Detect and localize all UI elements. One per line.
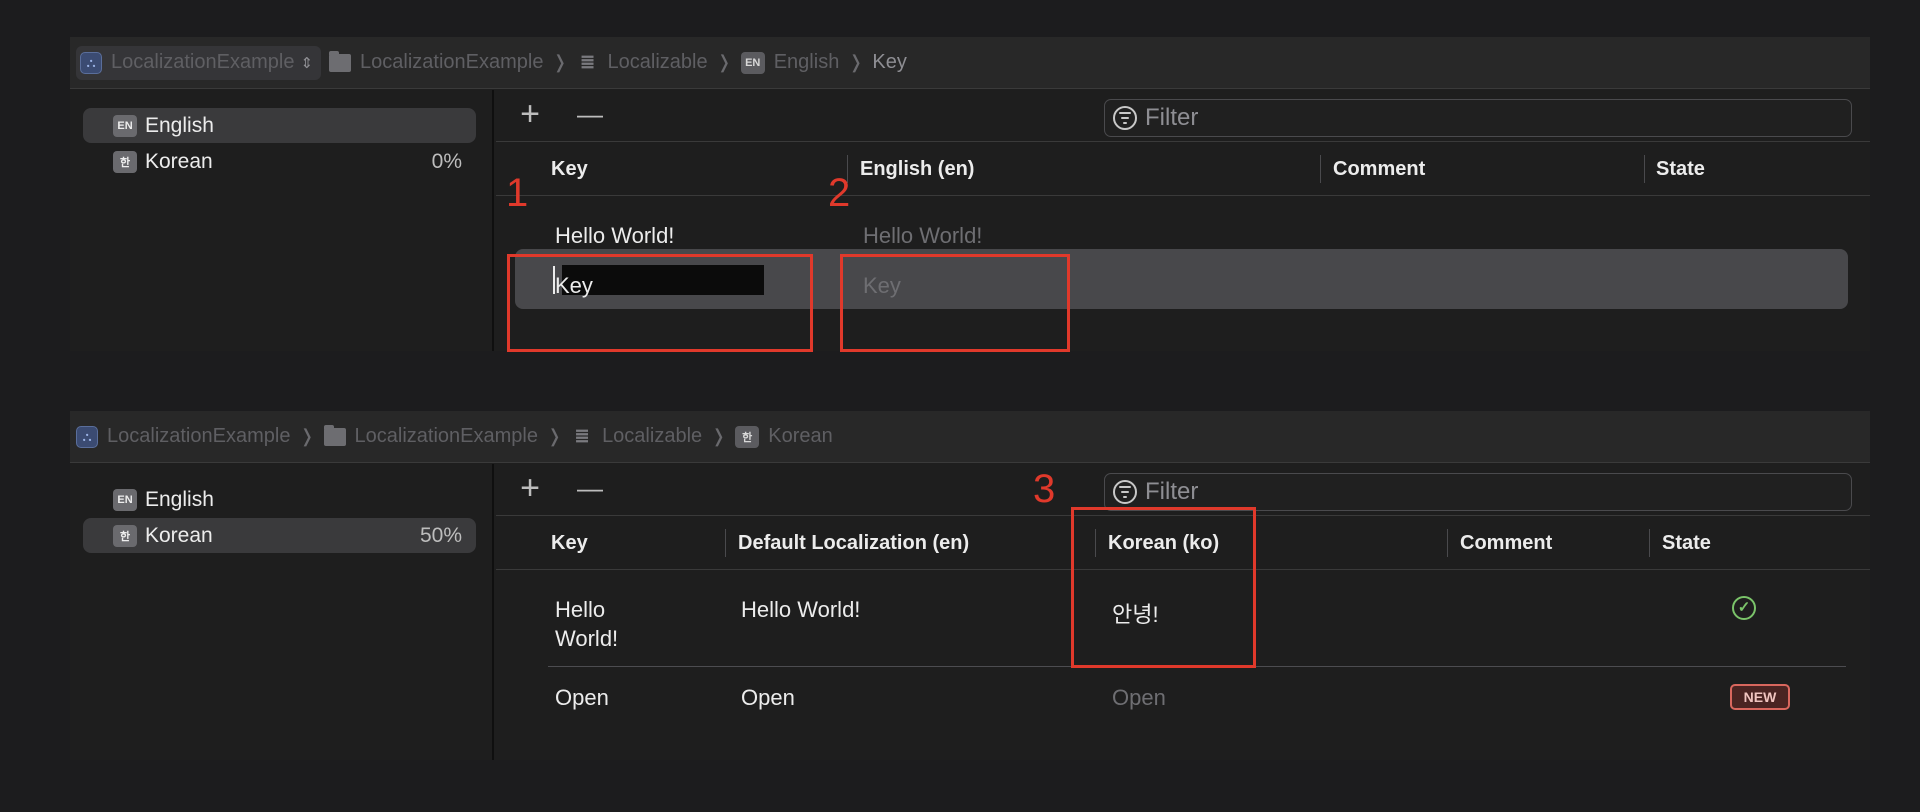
sidebar-item-label: Korean: [145, 149, 213, 173]
annotation-box-1: [507, 254, 813, 352]
column-header-state[interactable]: State: [1662, 532, 1711, 555]
key-cell[interactable]: Hello World!: [555, 223, 674, 249]
default-value-cell[interactable]: Hello World!: [741, 597, 860, 623]
chevron-right-icon: ❭: [552, 52, 568, 72]
strings-file-icon: ≣: [580, 52, 596, 72]
add-string-button[interactable]: +: [512, 97, 548, 134]
breadcrumb-project[interactable]: ⛬ LocalizationExample ⇕: [76, 45, 322, 80]
breadcrumb-file-label: Localizable: [602, 425, 703, 447]
breadcrumb: ⛬ LocalizationExample ⇕ LocalizationExam…: [70, 37, 1870, 89]
sidebar-item-korean[interactable]: 한 Korean 50%: [83, 518, 476, 553]
breadcrumb-folder[interactable]: LocalizationExample: [323, 411, 538, 462]
language-badge-icon: EN: [113, 114, 137, 137]
breadcrumb-folder-label: LocalizationExample: [360, 51, 544, 73]
sidebar-item-english[interactable]: EN English: [83, 108, 476, 143]
strings-file-icon: ≣: [574, 426, 590, 446]
column-header-english[interactable]: English (en): [860, 158, 974, 181]
breadcrumb-language[interactable]: 한 Korean: [735, 411, 833, 462]
column-header-state[interactable]: State: [1656, 158, 1705, 181]
folder-icon: [323, 424, 346, 448]
chevron-right-icon: ❭: [716, 52, 732, 72]
breadcrumb-language-label: English: [773, 51, 840, 73]
column-header-default-localization[interactable]: Default Localization (en): [738, 532, 969, 555]
new-state-badge: NEW: [1730, 684, 1790, 710]
column-divider[interactable]: [1447, 529, 1448, 557]
add-string-button[interactable]: +: [512, 471, 548, 508]
chevron-right-icon: ❭: [299, 426, 315, 446]
breadcrumb-folder-label: LocalizationExample: [354, 425, 538, 447]
breadcrumb: ⛬ LocalizationExample ❭ LocalizationExam…: [70, 411, 1870, 463]
bottom-string-catalog-editor: ⛬ LocalizationExample ❭ LocalizationExam…: [70, 411, 1870, 760]
sidebar-item-label: Korean: [145, 523, 213, 547]
sidebar-item-label: English: [145, 113, 214, 137]
breadcrumb-project-label: LocalizationExample: [107, 425, 291, 447]
chevron-right-icon: ❭: [711, 426, 727, 446]
column-header-key[interactable]: Key: [551, 158, 588, 181]
language-badge-icon: 한: [113, 150, 137, 173]
sidebar-item-english[interactable]: EN English: [83, 482, 476, 517]
breadcrumb-language[interactable]: EN English: [740, 37, 840, 88]
sidebar-item-label: English: [145, 487, 214, 511]
column-header-comment[interactable]: Comment: [1460, 532, 1552, 555]
filter-input[interactable]: [1145, 104, 1445, 132]
column-header-key[interactable]: Key: [551, 532, 588, 555]
language-badge-icon: 한: [735, 425, 760, 448]
breadcrumb-project[interactable]: ⛬ LocalizationExample: [76, 411, 290, 462]
filter-icon: [1113, 106, 1137, 130]
chevron-right-icon: ❭: [848, 52, 864, 72]
table-toolbar: + —: [496, 90, 1870, 142]
breadcrumb-folder[interactable]: LocalizationExample: [329, 37, 543, 88]
annotation-number-1: 1: [506, 171, 529, 215]
breadcrumb-file[interactable]: ≣ Localizable: [571, 411, 703, 462]
app-icon: ⛬: [80, 51, 102, 74]
column-divider[interactable]: [1649, 529, 1650, 557]
chevron-up-down-icon: ⇕: [300, 54, 314, 72]
remove-string-button[interactable]: —: [572, 98, 608, 134]
language-sidebar: EN English 한 Korean 50%: [70, 464, 494, 760]
annotation-number-3: 3: [1033, 467, 1056, 511]
translation-percent: 0%: [431, 149, 462, 173]
language-badge-icon: 한: [113, 524, 137, 547]
language-badge-icon: EN: [113, 488, 137, 511]
top-string-catalog-editor: ⛬ LocalizationExample ⇕ LocalizationExam…: [70, 37, 1870, 352]
language-badge-icon: EN: [740, 51, 765, 74]
filter-field[interactable]: [1104, 99, 1852, 137]
annotation-box-2: [840, 254, 1070, 352]
folder-icon: [329, 50, 352, 74]
app-icon: ⛬: [76, 425, 98, 448]
breadcrumb-file-label: Localizable: [607, 51, 708, 73]
column-divider[interactable]: [725, 529, 726, 557]
default-value-cell[interactable]: Open: [741, 685, 795, 711]
filter-icon: [1113, 480, 1137, 504]
filter-field[interactable]: [1104, 473, 1852, 511]
column-divider[interactable]: [1644, 155, 1645, 183]
key-cell-line2[interactable]: World!: [555, 626, 618, 652]
annotation-number-2: 2: [828, 171, 851, 215]
translation-percent: 50%: [419, 523, 462, 547]
language-sidebar: EN English 한 Korean 0%: [70, 90, 494, 351]
column-header-comment[interactable]: Comment: [1333, 158, 1425, 181]
breadcrumb-language-label: Korean: [768, 425, 833, 447]
chevron-right-icon: ❭: [546, 426, 563, 446]
breadcrumb-current-label: Key: [872, 51, 907, 73]
column-header-row: Key English (en) Comment State: [496, 143, 1870, 196]
sidebar-item-korean[interactable]: 한 Korean 0%: [83, 144, 476, 179]
english-value-cell[interactable]: Hello World!: [863, 223, 982, 249]
breadcrumb-project-label: LocalizationExample: [111, 51, 295, 73]
key-cell[interactable]: Open: [555, 685, 609, 711]
breadcrumb-current[interactable]: Key: [872, 37, 906, 88]
breadcrumb-file[interactable]: ≣ Localizable: [577, 37, 708, 88]
key-cell[interactable]: Hello: [555, 597, 605, 623]
column-divider[interactable]: [1320, 155, 1321, 183]
checkmark-circle-icon: ✓: [1732, 596, 1756, 620]
korean-value-cell[interactable]: Open: [1112, 685, 1166, 711]
annotation-box-3: [1071, 507, 1256, 668]
remove-string-button[interactable]: —: [572, 472, 608, 508]
filter-input[interactable]: [1145, 478, 1445, 506]
